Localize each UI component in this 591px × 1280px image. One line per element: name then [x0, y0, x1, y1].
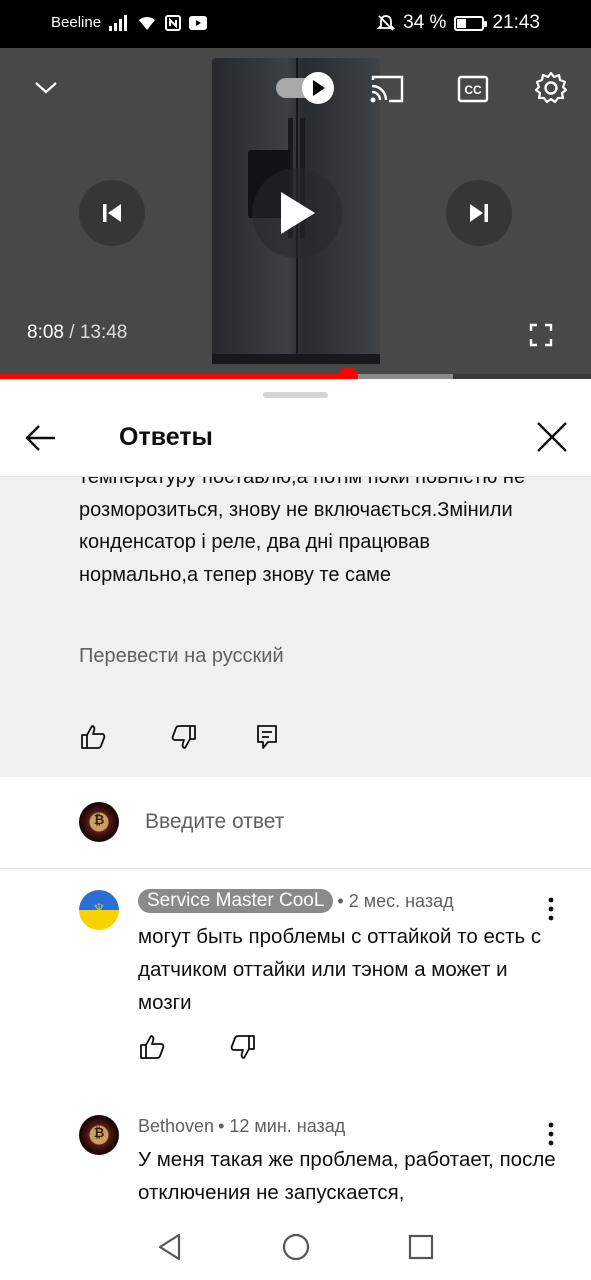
play-icon[interactable] [252, 168, 342, 258]
dislike-icon[interactable] [170, 723, 198, 751]
current-time: 8:08 [27, 322, 64, 343]
replies-sheet: Ответы температуру поставлю,а потім поки… [0, 379, 591, 1280]
comment-item: ♆ Service Master CooL • 2 мес. назад мог… [0, 869, 591, 1099]
chevron-down-icon[interactable] [30, 72, 62, 104]
status-bar: Beeline 34 % 21:43 [0, 0, 591, 48]
drag-handle[interactable] [263, 392, 328, 398]
comment-text: У меня такая же проблема, работает, посл… [138, 1148, 556, 1204]
next-icon[interactable] [446, 180, 512, 246]
duration: 13:48 [79, 322, 128, 343]
dislike-icon[interactable] [229, 1033, 257, 1061]
battery-icon [454, 15, 488, 31]
comment-author[interactable]: Bethoven [138, 1116, 214, 1137]
sheet-title: Ответы [119, 423, 213, 451]
nfc-icon [165, 14, 182, 31]
autoplay-toggle[interactable] [274, 70, 336, 106]
comment-time: • 12 мин. назад [218, 1116, 346, 1136]
like-icon[interactable] [79, 723, 107, 751]
carrier-label: Beeline [51, 14, 102, 31]
comment-item: ₿ Bethoven • 12 мин. назад У меня такая … [0, 1099, 591, 1219]
comment-author-badge[interactable]: Service Master CooL [138, 889, 334, 913]
video-player[interactable]: CC 8:08 / 13:48 [0, 48, 591, 378]
signal-icon [109, 14, 128, 31]
comment-time: • 2 мес. назад [337, 890, 454, 911]
close-icon[interactable] [534, 419, 570, 455]
svg-text:CC: CC [464, 83, 482, 97]
nav-back-icon[interactable] [155, 1232, 185, 1262]
system-nav-bar [0, 1214, 591, 1280]
playback-time: 8:08 / 13:48 [27, 322, 127, 344]
avatar: ₿ [79, 802, 119, 842]
time-separator: / [69, 322, 75, 343]
back-arrow-icon[interactable] [24, 421, 58, 455]
reply-composer[interactable]: ₿ Введите ответ [0, 777, 591, 869]
translate-link[interactable]: Перевести на русский [79, 645, 284, 668]
wifi-icon [139, 16, 156, 30]
settings-icon[interactable] [533, 70, 569, 106]
more-options-icon[interactable] [540, 896, 562, 922]
fullscreen-icon[interactable] [528, 322, 554, 348]
reply-input[interactable]: Введите ответ [145, 810, 284, 834]
like-icon[interactable] [138, 1033, 166, 1061]
previous-icon[interactable] [79, 180, 145, 246]
clock: 21:43 [492, 12, 540, 33]
youtube-notification-icon [189, 15, 208, 30]
battery-percent: 34 % [403, 12, 447, 33]
comment-text: могут быть проблемы с оттайкой то есть с… [138, 925, 542, 1014]
bell-muted-icon [377, 15, 396, 31]
avatar: ♆ [79, 890, 119, 930]
parent-comment-text: температуру поставлю,а потім поки повніс… [79, 477, 526, 586]
nav-recents-icon[interactable] [406, 1232, 436, 1262]
cast-icon[interactable] [368, 72, 406, 106]
reply-icon[interactable] [254, 723, 282, 751]
avatar: ₿ [79, 1115, 119, 1155]
nav-home-icon[interactable] [281, 1232, 311, 1262]
sheet-header: Ответы [0, 399, 591, 477]
parent-comment: температуру поставлю,а потім поки повніс… [0, 477, 591, 777]
cc-icon[interactable]: CC [456, 74, 490, 104]
